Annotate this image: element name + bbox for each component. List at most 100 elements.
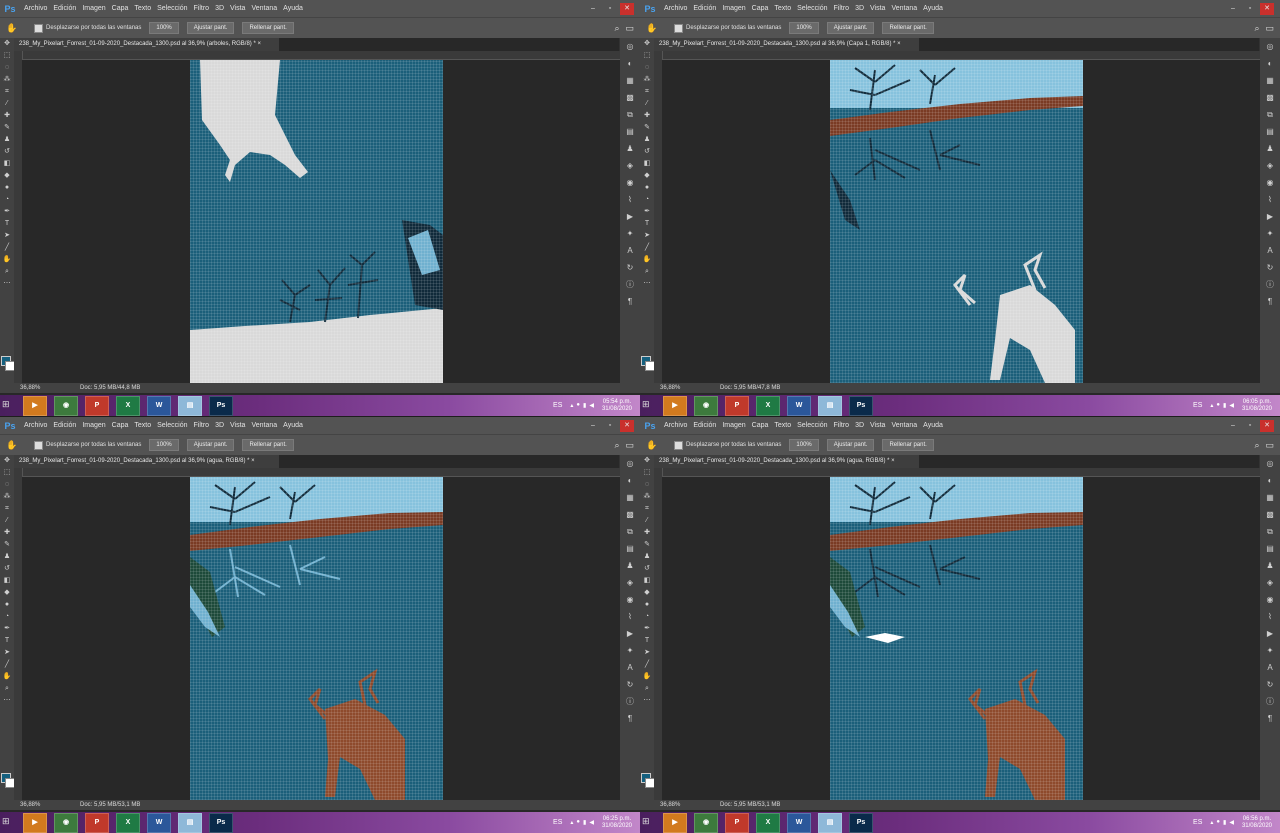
- healing-brush-icon[interactable]: ✚: [640, 110, 654, 122]
- type-tool-icon[interactable]: T: [0, 218, 14, 230]
- color-panel-icon[interactable]: ◎: [620, 38, 640, 55]
- healing-brush-icon[interactable]: ✚: [0, 110, 14, 122]
- character-panel-icon[interactable]: A: [620, 659, 640, 676]
- menu-seleccion[interactable]: Selección: [157, 5, 187, 12]
- tray-arrow-icon[interactable]: ▴: [1210, 402, 1213, 409]
- document-tab[interactable]: 238_My_Pixelart_Forrest_01-09-2020_Desta…: [14, 455, 279, 468]
- layers-panel-icon[interactable]: ◈: [620, 574, 640, 591]
- taskbar-clock[interactable]: 06:25 p.m. 31/08/2020: [602, 816, 632, 830]
- notepad-icon[interactable]: ▤: [818, 812, 842, 833]
- menu-seleccion[interactable]: Selección: [157, 422, 187, 429]
- channels-panel-icon[interactable]: ◉: [1260, 174, 1280, 191]
- network-icon[interactable]: ▮: [1223, 402, 1226, 409]
- zoom-tool-icon[interactable]: ⌕: [0, 683, 14, 695]
- menu-texto[interactable]: Texto: [134, 5, 151, 12]
- eraser-tool-icon[interactable]: ◧: [640, 575, 654, 587]
- excel-icon[interactable]: X: [116, 812, 140, 833]
- type-tool-icon[interactable]: T: [0, 635, 14, 647]
- windows-start-icon[interactable]: ⊞: [642, 816, 656, 830]
- document-tab[interactable]: 238_My_Pixelart_Forrest_01-09-2020_Desta…: [654, 38, 919, 51]
- notepad-icon[interactable]: ▤: [818, 395, 842, 416]
- menu-ayuda[interactable]: Ayuda: [923, 422, 943, 429]
- move-tool-icon[interactable]: ✥: [640, 38, 654, 50]
- search-icon[interactable]: ⌕: [1254, 23, 1259, 34]
- hand-tool-icon[interactable]: ✋: [0, 254, 14, 266]
- menu-edicion[interactable]: Edición: [693, 5, 716, 12]
- menu-3d[interactable]: 3D: [855, 5, 864, 12]
- properties-panel-icon[interactable]: ⧉: [1260, 523, 1280, 540]
- windows-start-icon[interactable]: ⊞: [642, 399, 656, 413]
- crop-tool-icon[interactable]: ⌗: [0, 86, 14, 98]
- type-tool-icon[interactable]: T: [640, 635, 654, 647]
- fit-screen-button[interactable]: Ajustar pant.: [826, 439, 875, 451]
- hand-tool-icon[interactable]: ✋: [646, 23, 660, 34]
- line-tool-icon[interactable]: ╱: [0, 659, 14, 671]
- workspace-icon[interactable]: ▭: [1265, 23, 1274, 34]
- close-icon[interactable]: ✕: [1260, 2, 1274, 15]
- zoom-level[interactable]: 36,88%: [20, 385, 68, 391]
- layers-panel-icon[interactable]: ◈: [620, 157, 640, 174]
- language-indicator[interactable]: ES: [553, 402, 562, 409]
- close-icon[interactable]: ✕: [620, 419, 634, 432]
- menu-capa[interactable]: Capa: [752, 422, 769, 429]
- scroll-all-checkbox[interactable]: [34, 23, 43, 33]
- document-tab[interactable]: 238_My_Pixelart_Forrest_01-09-2020_Desta…: [654, 455, 919, 468]
- paths-panel-icon[interactable]: ⌇: [620, 608, 640, 625]
- menu-3d[interactable]: 3D: [215, 5, 224, 12]
- menu-archivo[interactable]: Archivo: [24, 5, 47, 12]
- brush-tool-icon[interactable]: ✎: [0, 122, 14, 134]
- info-panel-icon[interactable]: ⓘ: [1260, 276, 1280, 293]
- zoom-100-button[interactable]: 100%: [149, 22, 179, 34]
- actions-panel-icon[interactable]: ▶: [620, 625, 640, 642]
- crop-tool-icon[interactable]: ⌗: [640, 503, 654, 515]
- paths-panel-icon[interactable]: ⌇: [1260, 191, 1280, 208]
- excel-icon[interactable]: X: [756, 812, 780, 833]
- history-brush-icon[interactable]: ↺: [640, 146, 654, 158]
- workspace-icon[interactable]: ▭: [1265, 440, 1274, 451]
- menu-imagen[interactable]: Imagen: [82, 5, 105, 12]
- tool-presets-icon[interactable]: ✦: [1260, 642, 1280, 659]
- menu-vista[interactable]: Vista: [230, 5, 245, 12]
- menu-ayuda[interactable]: Ayuda: [283, 422, 303, 429]
- eyedropper-icon[interactable]: ⁄: [640, 515, 654, 527]
- brush-panel-icon[interactable]: ▤: [620, 123, 640, 140]
- maximize-icon[interactable]: ▫: [1243, 3, 1257, 15]
- media-player-icon[interactable]: ▶: [663, 812, 687, 833]
- menu-filtro[interactable]: Filtro: [834, 422, 850, 429]
- photoshop-icon[interactable]: Ps: [209, 812, 233, 833]
- taskbar-clock[interactable]: 06:56 p.m. 31/08/2020: [1242, 816, 1272, 830]
- stamp-tool-icon[interactable]: ♟: [640, 134, 654, 146]
- media-player-icon[interactable]: ▶: [23, 812, 47, 833]
- fill-screen-button[interactable]: Rellenar pant.: [882, 439, 934, 451]
- dodge-tool-icon[interactable]: ◔: [0, 194, 14, 206]
- network-icon[interactable]: ▮: [583, 819, 586, 826]
- swatches-panel-icon[interactable]: ▦: [1260, 72, 1280, 89]
- info-panel-icon[interactable]: ⓘ: [620, 693, 640, 710]
- path-select-icon[interactable]: ➤: [640, 230, 654, 242]
- menu-vista[interactable]: Vista: [870, 5, 885, 12]
- path-select-icon[interactable]: ➤: [0, 230, 14, 242]
- blur-tool-icon[interactable]: ●: [0, 599, 14, 611]
- info-panel-icon[interactable]: ⓘ: [1260, 693, 1280, 710]
- notes-panel-icon[interactable]: ¶: [620, 293, 640, 310]
- styles-panel-icon[interactable]: ▩: [1260, 89, 1280, 106]
- character-panel-icon[interactable]: A: [1260, 242, 1280, 259]
- fill-screen-button[interactable]: Rellenar pant.: [242, 439, 294, 451]
- menu-texto[interactable]: Texto: [134, 422, 151, 429]
- media-player-icon[interactable]: ▶: [663, 395, 687, 416]
- document-tab[interactable]: 238_My_Pixelart_Forrest_01-09-2020_Desta…: [14, 38, 279, 51]
- hand-tool-icon[interactable]: ✋: [640, 254, 654, 266]
- hand-tool-icon[interactable]: ✋: [0, 671, 14, 683]
- eyedropper-icon[interactable]: ⁄: [0, 98, 14, 110]
- eraser-tool-icon[interactable]: ◧: [0, 575, 14, 587]
- healing-brush-icon[interactable]: ✚: [640, 527, 654, 539]
- document-canvas[interactable]: [190, 477, 443, 800]
- magic-wand-icon[interactable]: ⁂: [640, 491, 654, 503]
- marquee-tool-icon[interactable]: ⬚: [640, 50, 654, 62]
- magic-wand-icon[interactable]: ⁂: [640, 74, 654, 86]
- word-icon[interactable]: W: [787, 395, 811, 416]
- windows-start-icon[interactable]: ⊞: [2, 816, 16, 830]
- menu-capa[interactable]: Capa: [752, 5, 769, 12]
- menu-texto[interactable]: Texto: [774, 422, 791, 429]
- dodge-tool-icon[interactable]: ◔: [640, 611, 654, 623]
